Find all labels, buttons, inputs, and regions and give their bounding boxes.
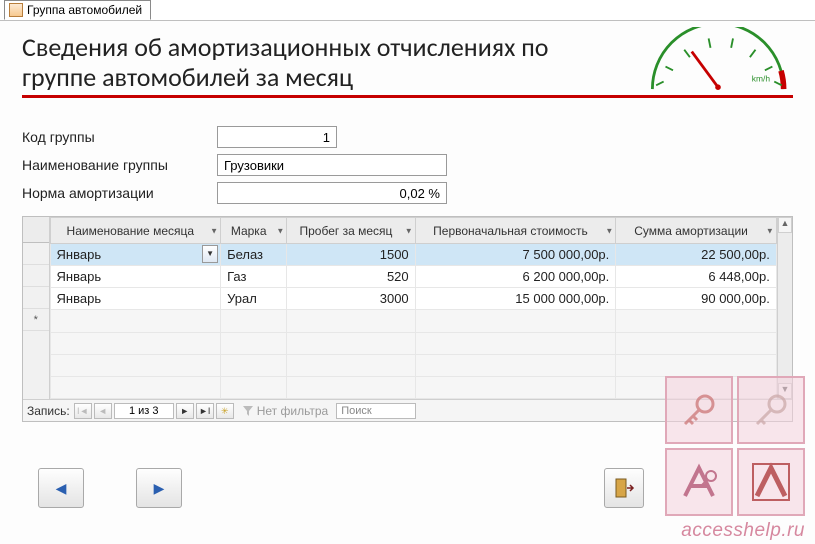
filter-status: Нет фильтра: [242, 404, 329, 418]
access-key-icon: [737, 376, 805, 444]
title-row: Сведения об амортизационных отчислениях …: [22, 27, 793, 98]
row-selector[interactable]: [23, 243, 49, 265]
data-grid: Наименование месяца▼ Марка▼ Пробег за ме…: [50, 217, 777, 399]
chevron-down-icon: ▼: [276, 226, 284, 235]
door-exit-icon: [613, 477, 635, 499]
col-amort[interactable]: Сумма амортизации▼: [616, 218, 777, 244]
new-row-selector[interactable]: *: [23, 309, 49, 331]
table-row[interactable]: Январь Урал 3000 15 000 000,00р. 90 000,…: [50, 288, 776, 310]
form-tab[interactable]: Группа автомобилей: [4, 0, 151, 20]
first-record-button[interactable]: I◄: [74, 403, 92, 419]
speedometer-icon: km/h: [643, 27, 793, 93]
code-label: Код группы: [22, 129, 217, 145]
triangle-left-icon: ◀: [56, 480, 67, 497]
prev-button[interactable]: ◀: [38, 468, 84, 508]
new-row[interactable]: [50, 310, 776, 332]
rate-label: Норма амортизации: [22, 185, 217, 201]
row-selector[interactable]: [23, 265, 49, 287]
record-position[interactable]: 1 из 3: [114, 403, 174, 419]
chevron-down-icon: ▼: [605, 226, 613, 235]
name-input[interactable]: [217, 154, 447, 176]
select-all-cell[interactable]: [23, 217, 49, 243]
fields-section: Код группы Наименование группы Норма амо…: [22, 126, 793, 204]
form-icon: [9, 3, 23, 17]
form-tab-label: Группа автомобилей: [27, 3, 142, 17]
table-row[interactable]: Январь Газ 520 6 200 000,00р. 6 448,00р.: [50, 266, 776, 288]
record-label: Запись:: [27, 404, 70, 418]
rate-input[interactable]: [217, 182, 447, 204]
access-key-icon: [665, 376, 733, 444]
prev-record-button[interactable]: ◄: [94, 403, 112, 419]
triangle-right-icon: ▶: [154, 480, 165, 497]
name-label: Наименование группы: [22, 157, 217, 173]
col-mileage[interactable]: Пробег за месяц▼: [287, 218, 415, 244]
new-record-button[interactable]: ✳: [216, 403, 234, 419]
search-input[interactable]: Поиск: [336, 403, 416, 419]
last-record-button[interactable]: ►I: [196, 403, 214, 419]
chevron-down-icon[interactable]: ▼: [202, 245, 218, 263]
watermark: accesshelp.ru: [665, 376, 805, 542]
table-row[interactable]: Январь▼ Белаз 1500 7 500 000,00р. 22 500…: [50, 244, 776, 266]
funnel-icon: [242, 405, 254, 417]
page-title: Сведения об амортизационных отчислениях …: [22, 32, 625, 93]
chevron-down-icon: ▼: [405, 226, 413, 235]
code-input[interactable]: [217, 126, 337, 148]
access-logo-icon: [737, 448, 805, 516]
next-button[interactable]: ▶: [136, 468, 182, 508]
watermark-text: accesshelp.ru: [665, 520, 805, 542]
chevron-down-icon: ▼: [210, 226, 218, 235]
col-cost[interactable]: Первоначальная стоимость▼: [415, 218, 616, 244]
svg-text:km/h: km/h: [752, 74, 771, 84]
row-selector-gutter: *: [23, 217, 50, 399]
access-logo-icon: [665, 448, 733, 516]
col-brand[interactable]: Марка▼: [221, 218, 287, 244]
chevron-down-icon: ▼: [766, 226, 774, 235]
next-record-button[interactable]: ►: [176, 403, 194, 419]
col-month[interactable]: Наименование месяца▼: [50, 218, 221, 244]
vertical-scrollbar[interactable]: ▲ ▼: [777, 217, 792, 399]
row-selector[interactable]: [23, 287, 49, 309]
close-form-button[interactable]: [604, 468, 644, 508]
scroll-up-icon[interactable]: ▲: [778, 217, 792, 233]
